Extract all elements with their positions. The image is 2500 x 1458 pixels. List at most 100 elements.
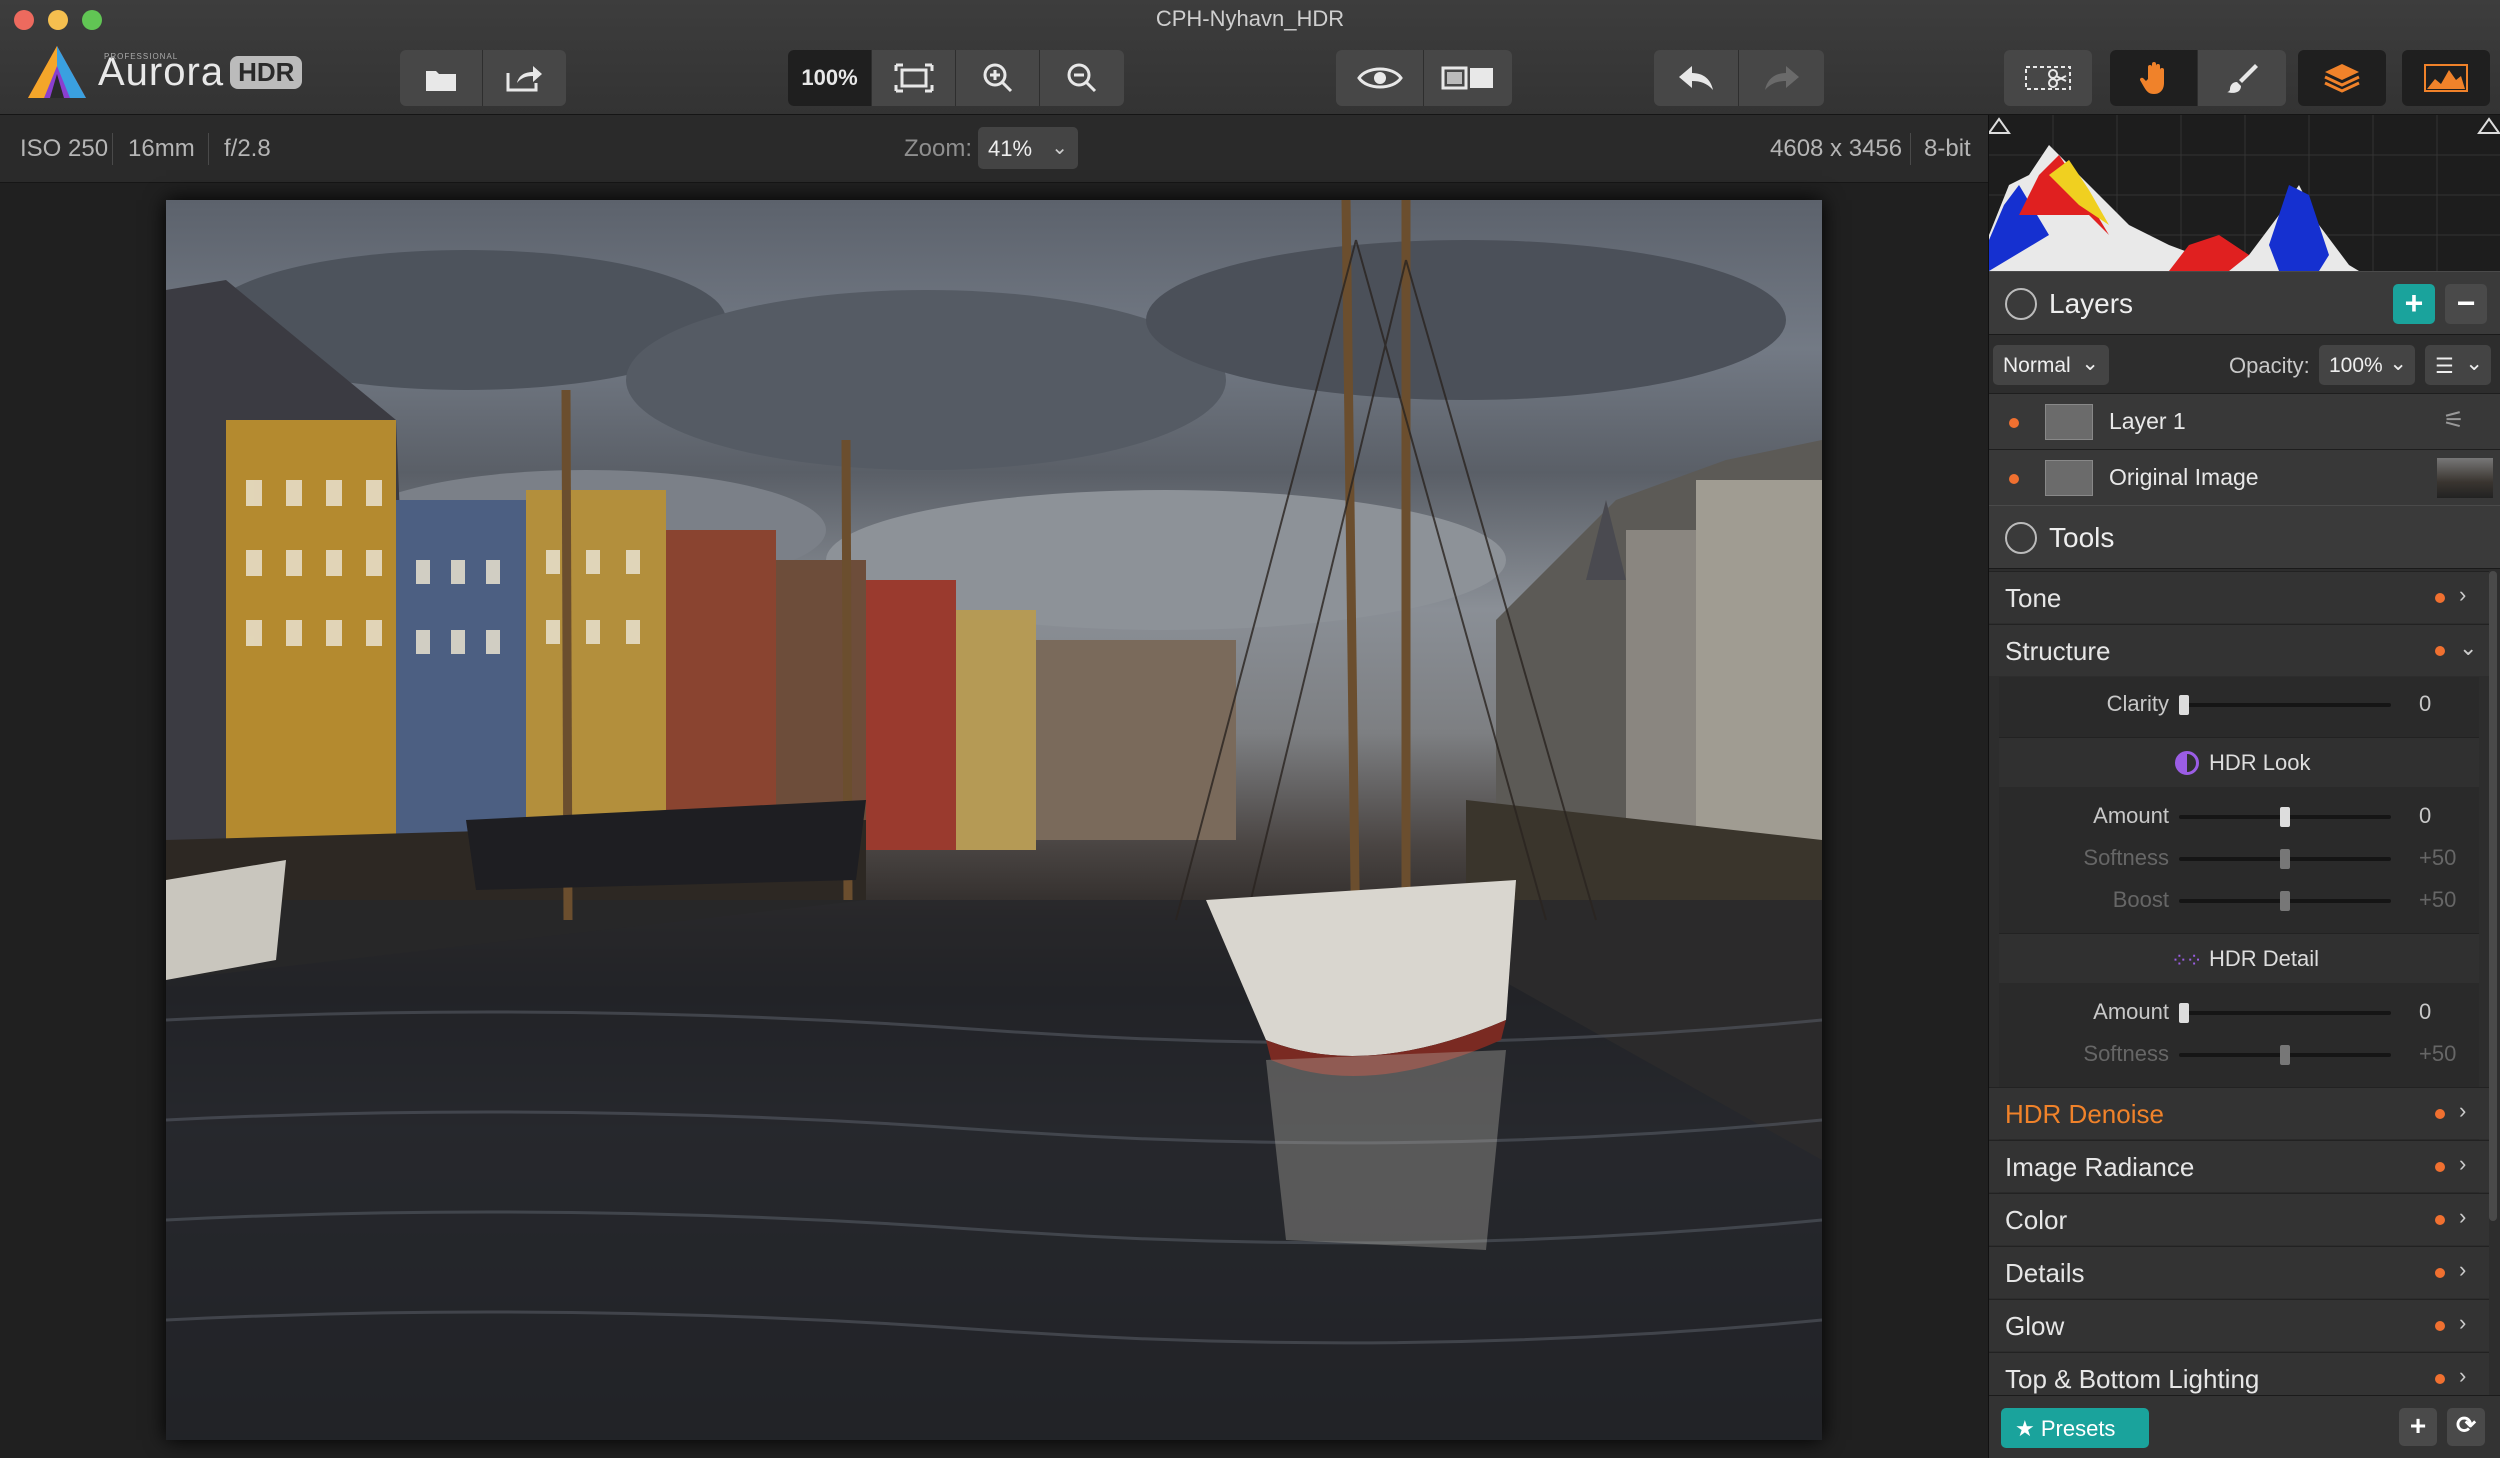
- tool-name: HDR Denoise: [2005, 1099, 2164, 1129]
- histogram-graphic: [1987, 115, 2500, 271]
- layers-panel-button[interactable]: [2298, 50, 2386, 106]
- hdr-look-amount-row: Amount 0: [1999, 795, 2479, 837]
- brush-tool-button[interactable]: [2198, 50, 2286, 106]
- tool-color[interactable]: Color ›: [1989, 1193, 2489, 1245]
- layer-visibility-dot[interactable]: [2009, 418, 2019, 428]
- zoom-100-button[interactable]: 100%: [788, 50, 872, 106]
- softness-label: Softness: [2083, 1041, 2169, 1066]
- photo-scene-graphic: [166, 200, 1822, 1440]
- history-toolbar-group: [1654, 50, 1824, 106]
- add-layer-button[interactable]: +: [2393, 284, 2435, 324]
- app-window: CPH-Nyhavn_HDR PROFESSIONAL Aurora HDR 1…: [0, 0, 2500, 1458]
- undo-icon: [1679, 66, 1713, 90]
- image-canvas[interactable]: [0, 184, 1988, 1458]
- zoom-select[interactable]: 41% ⌄: [978, 127, 1078, 169]
- softness-label: Softness: [2083, 845, 2169, 870]
- layer-settings-icon[interactable]: ⚟: [2443, 406, 2465, 435]
- tool-active-dot[interactable]: [2435, 646, 2445, 656]
- preview-button[interactable]: [1336, 50, 1424, 106]
- tool-tone[interactable]: Tone ›: [1989, 571, 2489, 623]
- crop-icon: [2025, 66, 2071, 90]
- chevron-right-icon: ›: [2459, 582, 2467, 607]
- aurora-logo-icon: [28, 46, 86, 98]
- slider-handle[interactable]: [2179, 695, 2189, 715]
- clarity-label: Clarity: [2106, 691, 2169, 716]
- slider-handle[interactable]: [2280, 807, 2290, 827]
- presets-label: Presets: [2040, 1416, 2116, 1441]
- amount-value: 0: [2419, 999, 2432, 1024]
- layer-row-original-image[interactable]: Original Image: [1989, 449, 2500, 505]
- tool-active-dot[interactable]: [2435, 593, 2445, 603]
- blend-mode-select[interactable]: Normal ⌄: [1993, 345, 2109, 385]
- hdr-detail-header[interactable]: ⁘⁘ HDR Detail: [1999, 933, 2479, 983]
- presets-button[interactable]: ★ Presets: [2001, 1408, 2149, 1448]
- layer-row-layer-1[interactable]: Layer 1 ⚟: [1989, 393, 2500, 449]
- tool-active-dot[interactable]: [2435, 1321, 2445, 1331]
- slider-handle[interactable]: [2179, 1003, 2189, 1023]
- layer-visibility-dot[interactable]: [2009, 474, 2019, 484]
- window-title: CPH-Nyhavn_HDR: [1155, 6, 1345, 31]
- tool-top-bottom-lighting[interactable]: Top & Bottom Lighting ›: [1989, 1352, 2489, 1395]
- layer-thumbnail: [2045, 404, 2093, 440]
- tool-hdr-denoise[interactable]: HDR Denoise ›: [1989, 1087, 2489, 1139]
- tool-glow[interactable]: Glow ›: [1989, 1299, 2489, 1351]
- tool-active-dot[interactable]: [2435, 1268, 2445, 1278]
- hdr-detail-softness-slider[interactable]: [2179, 1045, 2391, 1065]
- tool-active-dot[interactable]: [2435, 1109, 2445, 1119]
- share-icon: [506, 66, 542, 92]
- fit-screen-icon: [894, 63, 933, 93]
- tool-name: Structure: [2005, 636, 2111, 666]
- opacity-label: Opacity:: [2229, 353, 2310, 378]
- tool-active-dot[interactable]: [2435, 1374, 2445, 1384]
- app-logo: PROFESSIONAL Aurora HDR: [26, 44, 303, 100]
- photo-preview[interactable]: [166, 200, 1822, 1440]
- add-preset-button[interactable]: +: [2399, 1408, 2437, 1446]
- open-button[interactable]: [400, 50, 483, 106]
- tool-active-dot[interactable]: [2435, 1215, 2445, 1225]
- reset-button[interactable]: ⟳: [2447, 1408, 2485, 1446]
- zoom-out-button[interactable]: [1040, 50, 1124, 106]
- remove-layer-button[interactable]: −: [2445, 284, 2487, 324]
- chevron-right-icon: ›: [2459, 1363, 2467, 1388]
- blend-mode-value: Normal: [2003, 354, 2071, 377]
- file-toolbar-group: [400, 50, 566, 106]
- layers-header: Layers + −: [1989, 271, 2500, 335]
- hand-tool-button[interactable]: [2110, 50, 2198, 106]
- redo-button[interactable]: [1739, 50, 1824, 106]
- hdr-look-amount-slider[interactable]: [2179, 807, 2391, 827]
- compare-button[interactable]: [1424, 50, 1512, 106]
- slider-handle[interactable]: [2280, 1045, 2290, 1065]
- hdr-look-icon: [2175, 751, 2199, 775]
- fit-screen-button[interactable]: [872, 50, 956, 106]
- chevron-down-icon: ⌄: [2459, 635, 2478, 660]
- clarity-slider[interactable]: [2179, 695, 2391, 715]
- compare-icon: [1441, 66, 1493, 90]
- layers-icon: [2324, 64, 2360, 93]
- tool-structure[interactable]: Structure ⌄: [1989, 624, 2489, 676]
- tools-scrollbar[interactable]: [2489, 571, 2497, 1221]
- zoom-in-button[interactable]: [956, 50, 1040, 106]
- hdr-look-softness-slider[interactable]: [2179, 849, 2391, 869]
- tool-active-dot[interactable]: [2435, 1162, 2445, 1172]
- slider-handle[interactable]: [2280, 891, 2290, 911]
- zoom-toolbar-group: 100%: [788, 50, 1124, 106]
- opacity-select[interactable]: 100% ⌄: [2319, 345, 2415, 385]
- tool-details[interactable]: Details ›: [1989, 1246, 2489, 1298]
- layer-options-menu[interactable]: ☰ ⌄: [2425, 345, 2491, 385]
- logo-professional-label: PROFESSIONAL: [104, 52, 179, 61]
- share-button[interactable]: [483, 50, 566, 106]
- divider: [1910, 133, 1911, 165]
- zoom-select-value: 41%: [988, 136, 1033, 161]
- slider-handle[interactable]: [2280, 849, 2290, 869]
- hdr-look-boost-slider[interactable]: [2179, 891, 2391, 911]
- hdr-look-title: HDR Look: [2209, 750, 2311, 775]
- histogram-panel-button[interactable]: [2402, 50, 2490, 106]
- hdr-detail-amount-slider[interactable]: [2179, 1003, 2391, 1023]
- chevron-right-icon: ›: [2459, 1151, 2467, 1176]
- zoom-out-icon: [1067, 63, 1097, 93]
- crop-button[interactable]: [2004, 50, 2092, 106]
- undo-button[interactable]: [1654, 50, 1739, 106]
- hdr-look-header[interactable]: HDR Look: [1999, 737, 2479, 787]
- tool-name: Tone: [2005, 583, 2062, 613]
- tool-image-radiance[interactable]: Image Radiance ›: [1989, 1140, 2489, 1192]
